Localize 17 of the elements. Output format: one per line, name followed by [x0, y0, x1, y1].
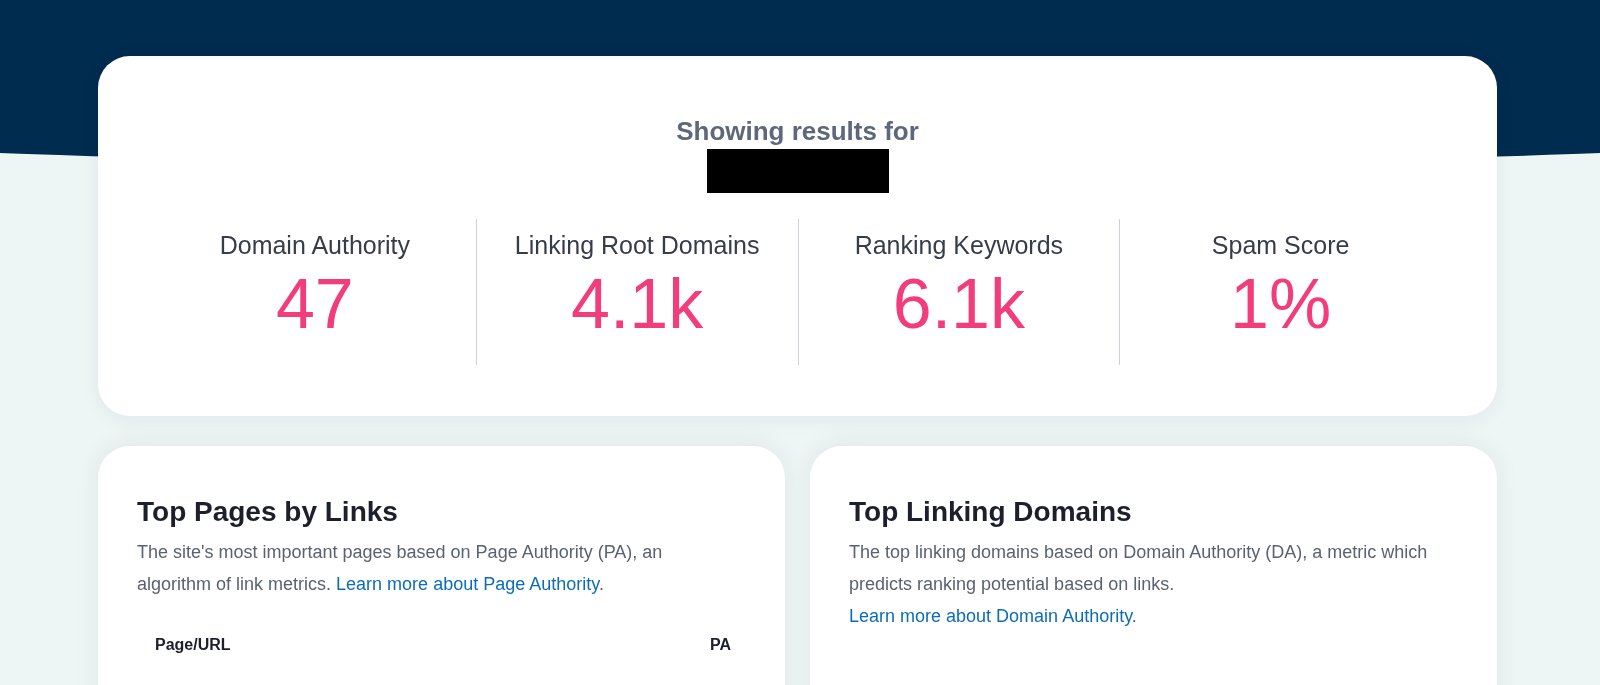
metric-value: 6.1k [892, 264, 1026, 344]
metric-value: 1% [1230, 264, 1332, 344]
column-header: Page/URL [155, 636, 231, 654]
metric-label: Ranking Keywords [854, 231, 1064, 260]
metric-label: Domain Authority [219, 231, 411, 260]
metric-value: 4.1k [570, 264, 704, 344]
learn-more-link[interactable]: Learn more about Domain Authority [849, 606, 1132, 626]
learn-more-link[interactable]: Learn more about Page Authority [336, 574, 599, 594]
panel-description: The site's most important pages based on Page Authority (PA), an algorithm of link metrics. Learn more about Page Authority. [137, 541, 664, 596]
panel-title: Top Linking Domains [849, 496, 1133, 528]
metric-value: 47 [275, 264, 354, 344]
panel-description: The top linking domains based on Domain Authority (DA), a metric which predicts ranking potential based on links. Learn more about Domain Authority. [849, 541, 1429, 628]
column-header: PA [709, 636, 731, 654]
results-heading: Showing results for [676, 116, 919, 147]
metric-label: Spam Score [1211, 231, 1350, 260]
panel-title: Top Pages by Links [137, 496, 399, 528]
metric-label: Linking Root Domains [514, 231, 760, 260]
